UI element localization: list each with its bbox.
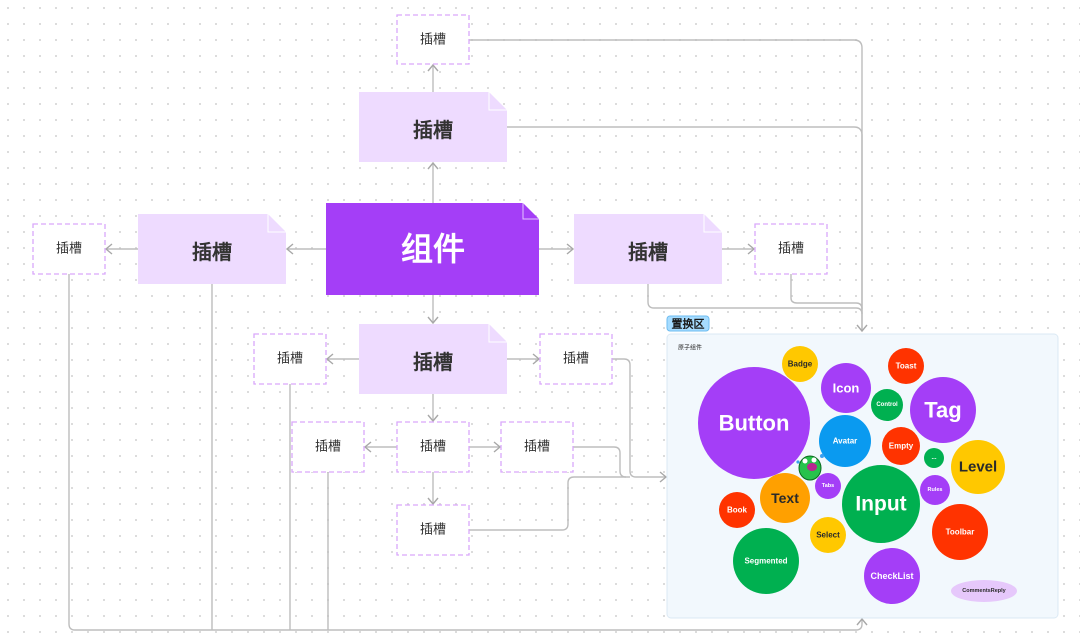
slot-small[interactable]: 插槽 [500,421,574,473]
atom-segmented[interactable]: Segmented [733,528,799,594]
replace-zone-tag-label: 置换区 [672,317,705,331]
atom-input[interactable]: Input [842,465,920,543]
atom-button[interactable]: Button [698,367,810,479]
slot-big[interactable]: 插槽 [359,92,507,162]
slot-small[interactable]: 插槽 [396,14,470,65]
slot-label: 插槽 [192,240,232,264]
atom-label: Tabs [822,483,834,489]
atom-more[interactable]: ... [924,448,944,468]
component-node[interactable]: 组件 [326,203,539,295]
replace-zone-subtitle: 原子组件 [678,344,702,352]
atom-label: Control [876,402,898,408]
slot-label: 插槽 [413,118,453,142]
atom-label: Rules [928,487,943,493]
slot-big[interactable]: 插槽 [138,214,286,284]
atom-label: CheckList [870,571,913,581]
replace-zone: 置换区 原子组件 Button Badge Icon Toast Control Tag A… [666,315,1059,619]
connector [469,476,630,531]
slot-label: 插槽 [277,352,303,367]
atom-label: Avatar [833,437,858,446]
atom-commentsreply[interactable]: CommentsReply [951,580,1017,602]
component-slot-diagram: 插槽 插槽 插槽 插槽 插槽 插槽 插槽 插槽 插槽 插槽 插槽 插槽 插槽 组… [32,14,1059,631]
atom-label: Segmented [744,557,787,566]
slot-small[interactable]: 插槽 [539,333,613,385]
slot-label: 插槽 [413,350,453,374]
slot-small[interactable]: 插槽 [396,421,470,473]
atom-book[interactable]: Book [719,492,755,528]
atom-tabs[interactable]: Tabs [815,473,841,499]
slot-label: 插槽 [628,240,668,264]
slot-small[interactable]: 插槽 [291,421,365,473]
connector [790,274,863,310]
atom-checklist[interactable]: CheckList [864,548,920,604]
atom-label: Tag [924,398,961,423]
atom-empty[interactable]: Empty [882,427,920,465]
slot-label: 插槽 [420,33,446,48]
slot-label: 插槽 [524,440,550,455]
atom-text[interactable]: Text [760,473,810,523]
atom-toast[interactable]: Toast [888,348,924,384]
atom-label: CommentsReply [962,588,1006,594]
atom-control[interactable]: Control [871,389,903,421]
atom-label: Icon [833,381,860,396]
slot-small[interactable]: 插槽 [396,504,470,556]
atom-label: Button [719,411,790,436]
atom-label: Text [771,490,799,506]
slot-small[interactable]: 插槽 [253,333,327,385]
atom-level[interactable]: Level [951,440,1005,494]
slot-label: 插槽 [563,352,589,367]
atom-tag[interactable]: Tag [910,377,976,443]
connector [647,284,863,315]
slot-label: 插槽 [420,523,446,538]
atom-avatar[interactable]: Avatar [819,415,871,467]
atom-label: ... [931,455,936,461]
atom-label: Toast [896,362,917,371]
slot-label: 插槽 [315,440,341,455]
slot-label: 插槽 [778,242,804,257]
atom-label: Toolbar [946,528,975,537]
slot-label: 插槽 [420,440,446,455]
atom-label: Input [855,493,906,516]
slot-small[interactable]: 插槽 [754,223,828,275]
slot-big[interactable]: 插槽 [574,214,722,284]
atom-label: Level [959,459,997,476]
component-label: 组件 [401,230,465,268]
slot-label: 插槽 [56,242,82,257]
atom-label: Book [727,506,748,515]
atom-label: Empty [889,442,914,451]
slot-big[interactable]: 插槽 [359,324,507,394]
connector [573,446,627,478]
atom-icon[interactable]: Icon [821,363,871,413]
slot-small[interactable]: 插槽 [32,223,106,275]
atom-select[interactable]: Select [810,517,846,553]
atom-toolbar[interactable]: Toolbar [932,504,988,560]
atom-badge[interactable]: Badge [782,346,818,382]
atom-label: Select [816,531,840,540]
atom-rules[interactable]: Rules [920,475,950,505]
atom-label: Badge [788,360,813,369]
